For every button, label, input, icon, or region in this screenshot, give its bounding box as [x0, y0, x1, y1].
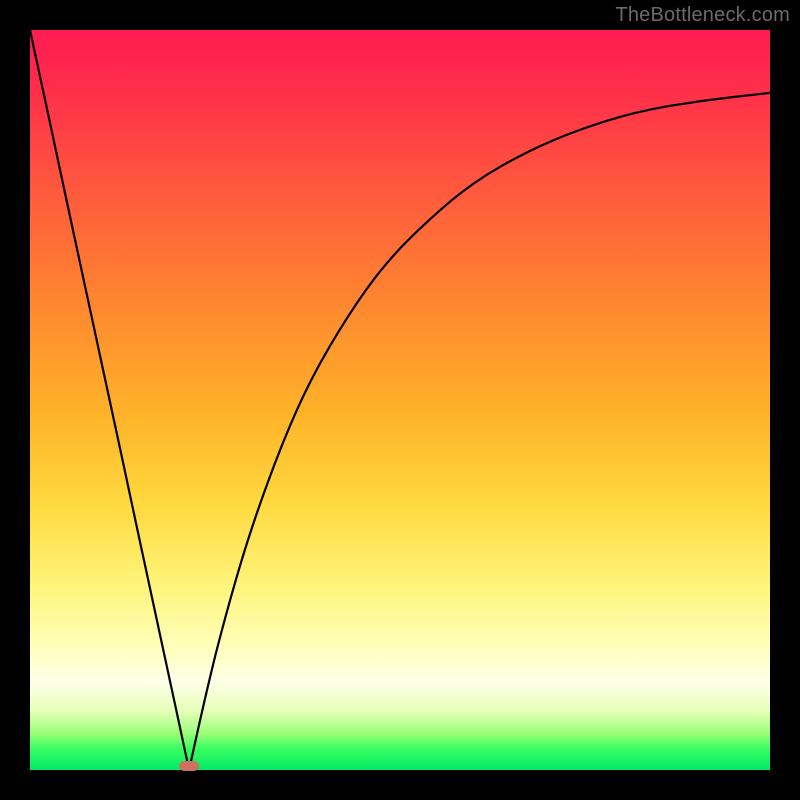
watermark-text: TheBottleneck.com [615, 4, 790, 27]
curve-layer [30, 30, 770, 770]
minimum-marker [179, 761, 199, 771]
right-branch-line [189, 93, 770, 770]
plot-area [30, 30, 770, 770]
chart-frame: TheBottleneck.com [0, 0, 800, 800]
left-branch-line [30, 30, 189, 770]
